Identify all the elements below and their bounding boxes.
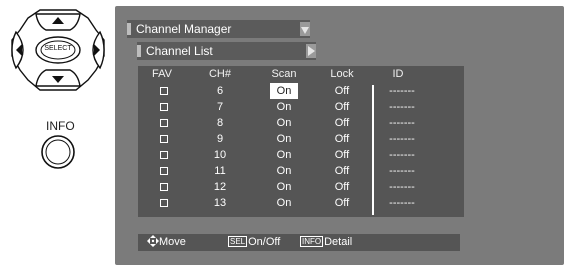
id-value: ------- — [389, 197, 415, 209]
table-row[interactable]: 10 On Off ------- — [138, 147, 464, 163]
channel-list: FAV CH# Scan Lock ID 6 On Off ------- 7 … — [138, 66, 464, 217]
fav-checkbox[interactable] — [160, 103, 168, 111]
channel-number: 8 — [216, 117, 224, 129]
table-row[interactable]: 6 On Off ------- — [138, 83, 464, 99]
sel-key-icon: SEL — [228, 236, 248, 247]
table-row[interactable]: 12 On Off ------- — [138, 179, 464, 195]
channel-number: 10 — [213, 149, 227, 161]
lock-value[interactable]: Off — [320, 195, 364, 211]
select-button-label: SELECT — [44, 45, 72, 52]
id-value: ------- — [389, 117, 415, 129]
channel-number: 9 — [216, 133, 224, 145]
channel-number: 12 — [213, 181, 227, 193]
id-value: ------- — [389, 165, 415, 177]
scan-value[interactable]: On — [262, 99, 306, 115]
scan-value[interactable]: On — [262, 131, 306, 147]
help-move-label: Move — [159, 236, 186, 248]
help-move: Move — [147, 234, 186, 251]
scan-value[interactable]: On — [262, 195, 306, 211]
fav-checkbox[interactable] — [160, 151, 168, 159]
table-row[interactable]: 9 On Off ------- — [138, 131, 464, 147]
breadcrumb-channel-list[interactable]: Channel List — [137, 42, 316, 60]
id-value: ------- — [389, 181, 415, 193]
remote-dpad-graphic — [11, 9, 105, 169]
id-value: ------- — [389, 149, 415, 161]
info-key-icon: INFO — [300, 236, 324, 247]
channel-number: 7 — [216, 101, 224, 113]
chevron-right-icon — [306, 44, 316, 58]
scan-value-selected[interactable]: On — [270, 83, 298, 99]
dpad-down-button[interactable] — [35, 69, 81, 87]
lock-value[interactable]: Off — [320, 99, 364, 115]
id-value: ------- — [389, 101, 415, 113]
table-row[interactable]: 8 On Off ------- — [138, 115, 464, 131]
help-detail-label: Detail — [324, 236, 353, 248]
help-bar: Move SEL On/Off INFO Detail — [138, 234, 460, 251]
fav-checkbox[interactable] — [160, 87, 168, 95]
move-arrows-icon — [147, 235, 159, 247]
help-info: INFO Detail — [300, 234, 352, 251]
id-value: ------- — [389, 133, 415, 145]
menu-panel: Channel Manager Channel List FAV CH# Sca… — [115, 6, 564, 265]
column-header-ch: CH# — [208, 68, 231, 80]
lock-value[interactable]: Off — [320, 115, 364, 131]
fav-checkbox[interactable] — [160, 183, 168, 191]
scan-value[interactable]: On — [262, 147, 306, 163]
info-button-label: INFO — [46, 119, 75, 133]
info-button[interactable] — [41, 135, 75, 169]
fav-checkbox[interactable] — [160, 167, 168, 175]
breadcrumb-channel-manager[interactable]: Channel Manager — [127, 20, 310, 38]
lock-value[interactable]: Off — [320, 83, 364, 99]
table-row[interactable]: 11 On Off ------- — [138, 163, 464, 179]
remote-control: SELECT INFO — [0, 0, 115, 270]
dpad-up-button[interactable] — [35, 13, 81, 31]
help-select: SEL On/Off — [228, 234, 280, 251]
fav-checkbox[interactable] — [160, 119, 168, 127]
column-header-id: ID — [392, 68, 404, 80]
breadcrumb-label: Channel Manager — [136, 22, 232, 36]
lock-value[interactable]: Off — [320, 179, 364, 195]
table-row[interactable]: 13 On Off ------- — [138, 195, 464, 211]
table-row[interactable]: 7 On Off ------- — [138, 99, 464, 115]
id-value: ------- — [389, 85, 415, 97]
scan-value[interactable]: On — [262, 179, 306, 195]
channel-number: 13 — [213, 197, 227, 209]
scan-value[interactable]: On — [262, 115, 306, 131]
fav-checkbox[interactable] — [160, 199, 168, 207]
channel-number: 11 — [214, 165, 226, 177]
lock-value[interactable]: Off — [320, 131, 364, 147]
fav-checkbox[interactable] — [160, 135, 168, 143]
scan-value[interactable]: On — [262, 163, 306, 179]
help-onoff-label: On/Off — [248, 236, 281, 248]
screen: SELECT INFO Channel Manager Channel List… — [0, 0, 572, 270]
lock-value[interactable]: Off — [320, 147, 364, 163]
breadcrumb-marker — [127, 23, 131, 35]
chevron-down-icon — [300, 22, 310, 36]
column-header-fav: FAV — [152, 68, 172, 80]
column-header-scan: Scan — [271, 68, 297, 80]
channel-number: 6 — [216, 85, 224, 97]
breadcrumb-label: Channel List — [146, 44, 213, 58]
breadcrumb-marker — [137, 45, 141, 57]
lock-value[interactable]: Off — [320, 163, 364, 179]
column-header-lock: Lock — [330, 68, 354, 80]
